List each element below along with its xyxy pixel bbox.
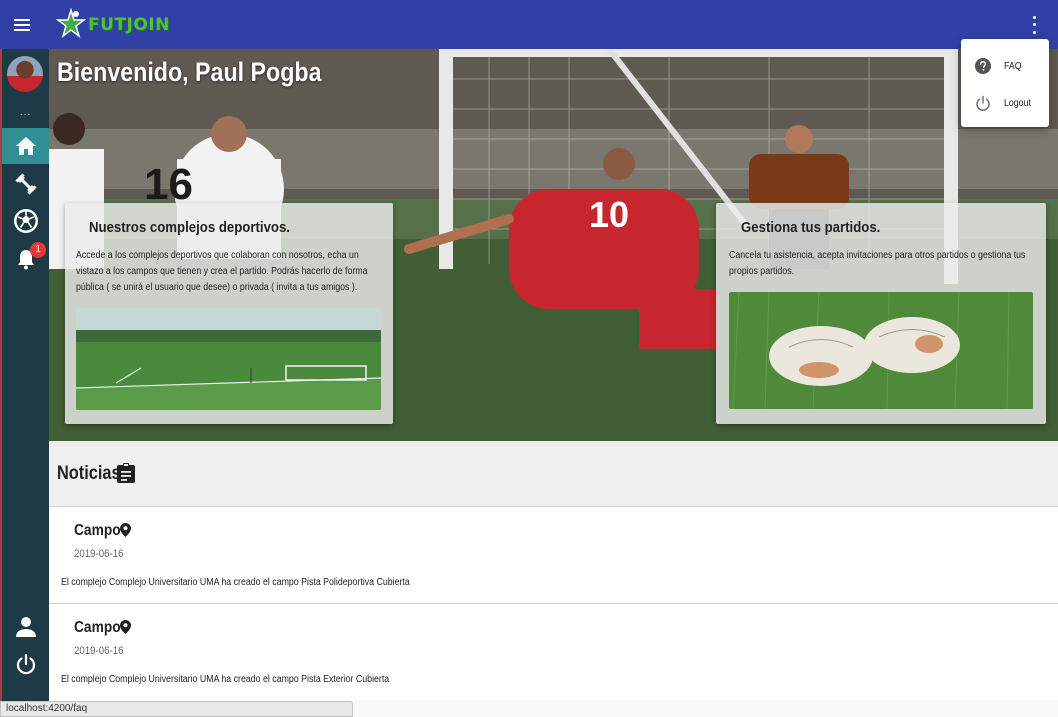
news-title: Noticias bbox=[57, 462, 121, 484]
svg-text:10: 10 bbox=[589, 194, 629, 235]
svg-text:16: 16 bbox=[144, 160, 193, 209]
person-icon bbox=[15, 617, 36, 637]
help-icon bbox=[975, 58, 991, 74]
card-title: Gestiona tus partidos. bbox=[741, 219, 881, 236]
sidebar-item-complejos[interactable] bbox=[2, 166, 49, 202]
browser-status-bar: localhost:4200/faq bbox=[0, 701, 353, 717]
list-item[interactable]: Campo 2019-06-16 El complejo Complejo Un… bbox=[49, 603, 1058, 700]
home-icon bbox=[15, 137, 36, 155]
card-text: Accede a los complejos deportivos que co… bbox=[76, 250, 368, 293]
sidebar-item-partidos[interactable] bbox=[2, 203, 49, 239]
page-title: Bienvenido, Paul Pogba bbox=[57, 57, 322, 87]
menu-icon bbox=[14, 18, 30, 31]
sidebar-item-power[interactable] bbox=[2, 646, 49, 682]
card-title: Nuestros complejos deportivos. bbox=[89, 219, 290, 236]
card-complejos[interactable]: Nuestros complejos deportivos. Accede a … bbox=[65, 203, 393, 424]
sidebar-item-profile[interactable] bbox=[2, 609, 49, 645]
list-item[interactable]: Campo 2019-06-16 El complejo Complejo Un… bbox=[49, 506, 1058, 603]
power-icon bbox=[976, 95, 990, 111]
news-item-date: 2019-06-16 bbox=[74, 548, 124, 560]
location-pin-icon bbox=[120, 620, 131, 634]
overflow-menu: FAQ Logout bbox=[961, 39, 1049, 127]
menu-item-logout[interactable]: Logout bbox=[961, 85, 1049, 121]
notification-badge: 1 bbox=[30, 242, 46, 258]
avatar[interactable] bbox=[7, 56, 43, 92]
card-partidos[interactable]: Gestiona tus partidos. Cancela tu asiste… bbox=[716, 203, 1046, 424]
top-app-bar: FUTJOIN bbox=[0, 0, 1058, 49]
news-item-title: Campo bbox=[74, 619, 121, 636]
news-item-description: El complejo Complejo Universitario UMA h… bbox=[61, 577, 410, 588]
fitness-icon bbox=[14, 173, 37, 195]
brand-name: FUTJOIN bbox=[88, 14, 170, 35]
card-text: Cancela tu asistencia, acepta invitacion… bbox=[729, 250, 1026, 277]
more-vert-icon bbox=[1032, 16, 1036, 20]
app-logo[interactable]: FUTJOIN bbox=[56, 7, 170, 42]
news-item-date: 2019-06-16 bbox=[74, 645, 124, 657]
soccer-ball-icon bbox=[13, 209, 38, 233]
menu-button[interactable] bbox=[0, 0, 44, 49]
sidebar-item-home[interactable] bbox=[2, 128, 49, 164]
assignment-icon bbox=[117, 463, 135, 483]
location-pin-icon bbox=[120, 523, 131, 537]
menu-item-label: FAQ bbox=[1004, 60, 1022, 72]
sidebar-item-notifications[interactable]: 1 bbox=[2, 241, 49, 277]
more-options-button[interactable] bbox=[1028, 14, 1040, 36]
sidebar: ... 1 bbox=[0, 49, 49, 717]
power-icon bbox=[16, 653, 35, 675]
avatar-caption: ... bbox=[19, 107, 32, 118]
logo-star-icon bbox=[56, 7, 86, 38]
hero-banner: 16 10 Bienvenido, Paul Pogba Nuestros co… bbox=[49, 49, 1058, 441]
news-item-title: Campo bbox=[74, 522, 121, 539]
news-header: Noticias bbox=[49, 441, 1058, 506]
soccer-balls-image bbox=[729, 292, 1033, 409]
soccer-field-image bbox=[76, 308, 381, 410]
menu-item-label: Logout bbox=[1004, 97, 1031, 109]
menu-item-faq[interactable]: FAQ bbox=[961, 48, 1049, 84]
news-item-description: El complejo Complejo Universitario UMA h… bbox=[61, 674, 390, 685]
